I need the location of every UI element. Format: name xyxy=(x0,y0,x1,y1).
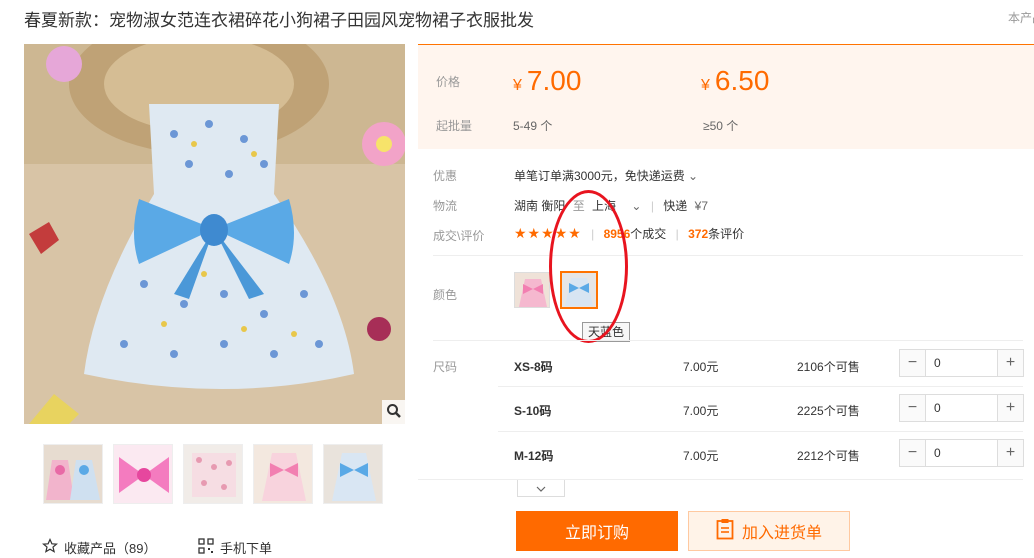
main-product-image[interactable] xyxy=(24,44,405,424)
chevron-down-icon[interactable]: ⌄ xyxy=(631,199,641,213)
magnifier-icon xyxy=(386,403,402,422)
size-price: 7.00元 xyxy=(683,360,719,374)
buy-now-button[interactable]: 立即订购 xyxy=(516,511,678,551)
quantity-input[interactable] xyxy=(926,440,997,466)
size-stock: 2212个可售 xyxy=(797,449,860,463)
favorite-label: 收藏产品（89） xyxy=(64,541,157,556)
size-price: 7.00元 xyxy=(683,404,719,418)
quantity-stepper: − + xyxy=(899,394,1024,422)
increment-button[interactable]: + xyxy=(997,350,1023,376)
size-price: 7.00元 xyxy=(683,449,719,463)
divider xyxy=(498,431,1023,432)
thumbnail-3[interactable] xyxy=(183,444,243,504)
divider xyxy=(433,340,1023,341)
logistics-label: 物流 xyxy=(433,199,458,213)
quantity-stepper: − + xyxy=(899,349,1024,377)
tier-2-price: ¥6.50 xyxy=(701,65,770,96)
chevron-down-icon: ⌄ xyxy=(688,169,699,183)
quantity-stepper: − + xyxy=(899,439,1024,467)
divider xyxy=(418,479,1023,480)
price-panel: 价格 ¥7.00 ¥6.50 起批量 5-49 个 ≥50 个 xyxy=(418,44,1034,149)
favorite-button[interactable]: 收藏产品（89） xyxy=(41,538,157,557)
price-label: 价格 xyxy=(436,75,461,89)
size-stock: 2225个可售 xyxy=(797,404,860,418)
thumbnail-strip xyxy=(43,444,383,504)
color-swatch-pink[interactable] xyxy=(514,272,550,308)
mobile-order-label: 手机下单 xyxy=(220,541,273,556)
thumbnail-5[interactable] xyxy=(323,444,383,504)
increment-button[interactable]: + xyxy=(997,440,1023,466)
chevron-down-icon xyxy=(536,481,546,495)
increment-button[interactable]: + xyxy=(997,395,1023,421)
add-to-cart-button[interactable]: 加入进货单 xyxy=(688,511,850,551)
thumbnail-1[interactable] xyxy=(43,444,103,504)
shipping-fee: ¥7 xyxy=(694,199,708,213)
divider xyxy=(433,255,1023,256)
review-count[interactable]: 372 xyxy=(688,227,708,241)
red-annotation-circle xyxy=(549,190,628,343)
thumbnail-4[interactable] xyxy=(253,444,313,504)
size-name: S-10码 xyxy=(514,404,552,418)
tier-1-price: ¥7.00 xyxy=(513,65,582,96)
size-name: M-12码 xyxy=(514,449,554,463)
promo-label: 优惠 xyxy=(433,169,458,183)
logistics-from: 湖南 衡阳 xyxy=(514,199,566,213)
mobile-order-link[interactable]: 手机下单 xyxy=(198,538,272,557)
size-label: 尺码 xyxy=(433,360,458,374)
qr-code-icon xyxy=(198,538,214,557)
corner-note: 本产品 xyxy=(1008,11,1034,25)
decrement-button[interactable]: − xyxy=(900,350,926,376)
tier-2-batch: ≥50 个 xyxy=(703,119,739,133)
deals-label: 成交\评价 xyxy=(433,229,485,243)
shipping-method: 快递 xyxy=(663,199,688,213)
deals-info: ★★★★★ | 8956个成交 | 372条评价 xyxy=(514,225,745,241)
product-title: 春夏新款：宠物淑女范连衣裙碎花小狗裙子田园风宠物裙子衣服批发 xyxy=(24,11,534,30)
promo-dropdown[interactable]: 单笔订单满3000元，免快递运费 ⌄ xyxy=(514,167,698,184)
add-to-cart-label: 加入进货单 xyxy=(741,525,822,542)
batch-label: 起批量 xyxy=(436,119,473,133)
decrement-button[interactable]: − xyxy=(900,440,926,466)
zoom-button[interactable] xyxy=(382,400,406,424)
size-name: XS-8码 xyxy=(514,360,553,374)
expand-sizes-button[interactable] xyxy=(517,480,565,497)
clipboard-icon xyxy=(716,518,734,545)
divider xyxy=(498,386,1023,387)
thumbnail-2[interactable] xyxy=(113,444,173,504)
color-label: 颜色 xyxy=(433,288,458,302)
decrement-button[interactable]: − xyxy=(900,395,926,421)
star-outline-icon xyxy=(41,538,59,557)
size-stock: 2106个可售 xyxy=(797,360,860,374)
quantity-input[interactable] xyxy=(926,350,997,376)
quantity-input[interactable] xyxy=(926,395,997,421)
tier-1-batch: 5-49 个 xyxy=(513,119,553,133)
